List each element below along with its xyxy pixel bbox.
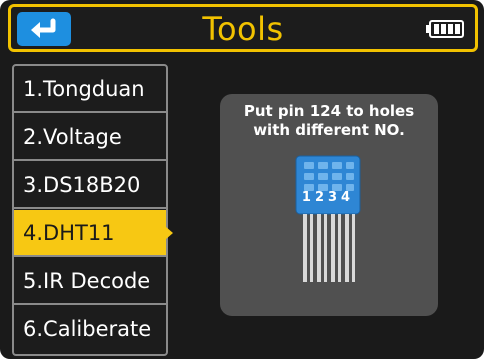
device-screen: Tools 1.Tongduan 2.Voltage 3.DS18B20 4.D… — [0, 0, 484, 359]
tools-menu: 1.Tongduan 2.Voltage 3.DS18B20 4.DHT11 5… — [12, 64, 168, 356]
menu-item-caliberate[interactable]: 6.Caliberate — [14, 306, 166, 353]
page-title: Tools — [202, 10, 284, 48]
instruction-line-1: Put pin 124 to holes — [243, 102, 415, 120]
instruction-text: Put pin 124 to holes with different NO. — [220, 102, 438, 140]
menu-item-ds18b20[interactable]: 3.DS18B20 — [14, 162, 166, 209]
menu-item-voltage[interactable]: 2.Voltage — [14, 114, 166, 161]
instruction-panel: Put pin 124 to holes with different NO. — [220, 94, 438, 316]
selection-pointer-icon — [166, 227, 173, 239]
menu-item-tongduan[interactable]: 1.Tongduan — [14, 66, 166, 113]
menu-item-dht11[interactable]: 4.DHT11 — [14, 210, 166, 257]
battery-full-icon — [426, 20, 464, 38]
header-bar: Tools — [8, 4, 478, 52]
dht11-sensor-icon — [295, 155, 361, 282]
instruction-line-2: with different NO. — [253, 121, 405, 139]
menu-item-ir-decode[interactable]: 5.IR Decode — [14, 258, 166, 305]
pin-number-labels: 1234 — [301, 190, 355, 205]
